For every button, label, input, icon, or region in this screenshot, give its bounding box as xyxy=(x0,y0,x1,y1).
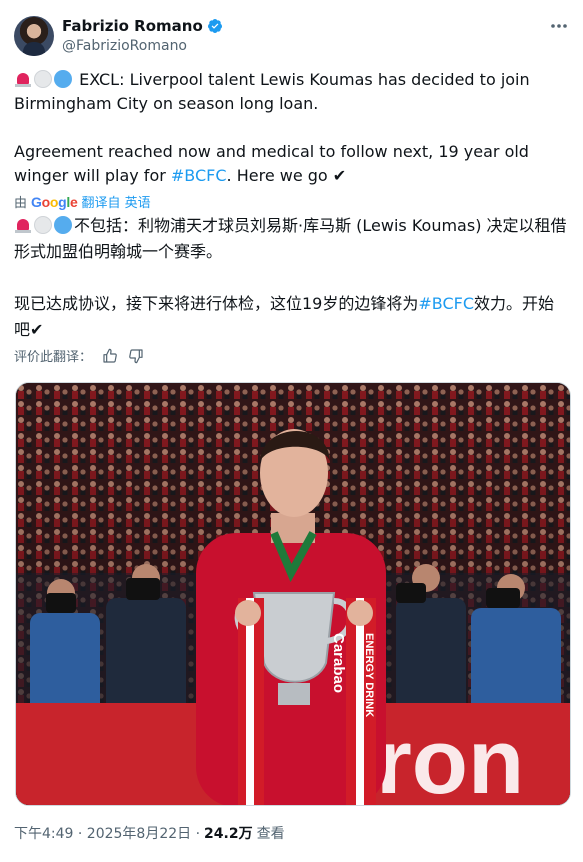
blue-circle-emoji-icon xyxy=(54,70,72,88)
translation-attribution: 由 Google 翻译自 英语 xyxy=(14,192,151,212)
ribbon-text-2: ENERGY DRINK xyxy=(363,633,375,717)
google-logo: Google xyxy=(31,193,78,210)
siren-emoji-icon xyxy=(14,70,32,88)
white-circle-emoji-icon xyxy=(34,216,52,234)
translated-from-link[interactable]: 翻译自 英语 xyxy=(82,192,151,211)
tweet-photo[interactable]: ron Carabao ENERGY DRINK xyxy=(15,382,571,806)
views-count: 24.2万 xyxy=(204,826,253,842)
translated-line-2: 现已达成协议，接下来将进行体检，这位19岁的边锋将为 xyxy=(14,294,419,313)
check-mark-icon: ✔ xyxy=(332,166,347,185)
tweet-meta: 下午4:49 · 2025年8月22日 · 24.2万 查看 xyxy=(14,823,285,843)
photo-illustration: ron Carabao ENERGY DRINK xyxy=(16,383,570,806)
translated-by-label: 由 xyxy=(14,196,28,211)
check-mark-icon: ✔ xyxy=(30,320,44,339)
display-name[interactable]: Fabrizio Romano xyxy=(62,17,203,35)
timestamp[interactable]: 下午4:49 · 2025年8月22日 · xyxy=(14,823,200,843)
siren-emoji-icon xyxy=(14,216,32,234)
handle[interactable]: @FabrizioRomano xyxy=(62,38,187,54)
ribbon-text-1: Carabao xyxy=(330,633,347,693)
hashtag-link[interactable]: #BCFC xyxy=(171,166,227,185)
blue-circle-emoji-icon xyxy=(54,216,72,234)
views-label: 查看 xyxy=(256,826,285,842)
translated-text: 不包括：利物浦天才球员刘易斯·库马斯 (Lewis Koumas) 决定以租借形… xyxy=(14,213,569,343)
white-circle-emoji-icon xyxy=(34,70,52,88)
translated-line-1: 不包括：利物浦天才球员刘易斯·库马斯 (Lewis Koumas) 决定以租借形… xyxy=(14,216,567,261)
rate-translation: 评价此翻译： xyxy=(14,346,144,365)
more-horizontal-icon[interactable] xyxy=(549,16,569,36)
trophy xyxy=(252,592,336,683)
thumbs-up-icon[interactable] xyxy=(102,348,118,364)
tweet-header: Fabrizio Romano @FabrizioRomano xyxy=(14,14,569,60)
tweet-line-1: EXCL: Liverpool talent Lewis Koumas has … xyxy=(14,70,530,113)
verified-badge-icon xyxy=(207,19,222,33)
board-text: ron xyxy=(376,711,524,806)
avatar[interactable] xyxy=(14,16,54,56)
translated-hashtag-link[interactable]: #BCFC xyxy=(418,294,474,313)
tweet-text: EXCL: Liverpool talent Lewis Koumas has … xyxy=(14,68,569,188)
rate-translation-label: 评价此翻译： xyxy=(14,350,93,365)
thumbs-down-icon[interactable] xyxy=(128,348,144,364)
author-name-row: Fabrizio Romano xyxy=(62,17,223,35)
tweet-line-2-end: . Here we go xyxy=(226,166,333,185)
